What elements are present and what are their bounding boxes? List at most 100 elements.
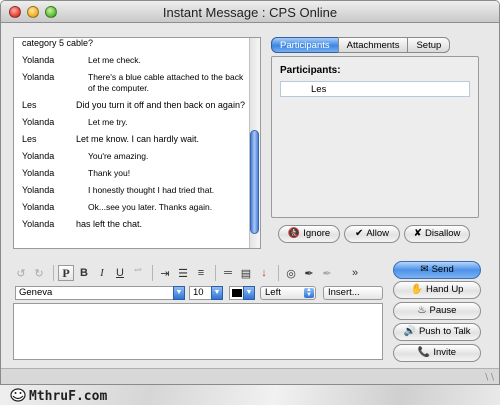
chat-message: Yolanda Ok...see you later. Thanks again… (14, 199, 260, 216)
title-bar[interactable]: Instant Message : CPS Online (1, 1, 499, 23)
italic-icon[interactable]: I (94, 265, 110, 281)
chat-message: Yolanda There's a blue cable attached to… (14, 69, 260, 97)
quote-icon[interactable]: “” (130, 265, 146, 281)
indent-icon[interactable]: ⇥ (157, 265, 173, 281)
font-size-value: 10 (193, 287, 204, 298)
highlight-icon[interactable]: ✒ (301, 265, 317, 281)
table-icon[interactable]: ▤ (238, 265, 254, 281)
allow-label: Allow (366, 228, 390, 239)
tab-attachments[interactable]: Attachments (337, 37, 409, 53)
scrollbar-thumb[interactable] (250, 130, 259, 234)
chat-message: Yolanda Let me try. (14, 114, 260, 131)
chat-message: category 5 cable? (14, 38, 260, 52)
redo-icon[interactable]: ↻ (31, 265, 47, 281)
chat-message: Les Did you turn it off and then back on… (14, 97, 260, 114)
push-to-talk-label: Push to Talk (418, 326, 471, 337)
insert-marker-icon[interactable]: ↓ (256, 265, 272, 281)
allow-button[interactable]: ✔ Allow (344, 225, 400, 243)
horizontal-rule-icon[interactable]: ═ (220, 265, 236, 281)
undo-icon[interactable]: ↺ (13, 265, 29, 281)
window-title: Instant Message : CPS Online (162, 5, 338, 20)
message-sender: Yolanda (22, 219, 55, 229)
font-size-select[interactable]: 10 ▼ (189, 286, 223, 300)
invite-button[interactable]: 📞 Invite (393, 344, 481, 362)
color-swatch (232, 289, 242, 297)
message-text: You're amazing. (88, 151, 149, 161)
bulleted-list-icon[interactable]: ☰ (175, 265, 191, 281)
message-sender: Yolanda (22, 72, 55, 82)
allow-icon: ✔ (354, 228, 364, 239)
disallow-icon: ✘ (413, 228, 422, 239)
pause-icon: ♨ (417, 305, 427, 316)
message-text: I honestly thought I had tried that. (88, 185, 215, 195)
transcript-scrollbar[interactable] (249, 38, 260, 248)
toolbar-overflow-icon[interactable]: » (347, 265, 363, 281)
clear-format-icon[interactable]: ✒ (319, 265, 335, 281)
send-label: Send (431, 264, 454, 275)
spell-check-icon[interactable]: ◎ (283, 265, 299, 281)
message-sender: Yolanda (22, 117, 55, 127)
invite-icon: 📞 (417, 347, 431, 358)
participants-heading: Participants: (280, 65, 341, 76)
send-button[interactable]: ✉ Send (393, 261, 481, 279)
toolbar-divider (215, 265, 216, 281)
chat-message: Yolanda I honestly thought I had tried t… (14, 182, 260, 199)
message-sender: Yolanda (22, 151, 55, 161)
chat-message: Yolanda Thank you! (14, 165, 260, 182)
alignment-value: Left (265, 287, 281, 298)
message-sender: Les (22, 100, 37, 110)
bold-icon[interactable]: B (76, 265, 92, 281)
chat-message: Les Let me know. I can hardly wait. (14, 131, 260, 148)
insert-menu[interactable]: Insert... (323, 286, 383, 300)
chat-transcript[interactable]: category 5 cable? Yolanda Let me check. … (13, 37, 261, 249)
toolbar-divider (152, 265, 153, 281)
underline-icon[interactable]: U (112, 265, 128, 281)
insert-label: Insert... (328, 287, 360, 298)
message-text: Thank you! (88, 168, 131, 178)
send-icon: ✉ (420, 264, 429, 275)
paragraph-style-icon[interactable]: P (58, 265, 74, 281)
font-value: Geneva (19, 287, 53, 298)
watermark: MthruF.com (10, 388, 107, 404)
watermark-text: MthruF.com (29, 389, 108, 404)
message-text: There's a blue cable attached to the bac… (88, 72, 244, 93)
ignore-label: Ignore (303, 228, 331, 239)
numbered-list-icon[interactable]: ≡ (193, 265, 209, 281)
tab-participants[interactable]: Participants (271, 37, 339, 53)
chevron-down-icon: ▼ (173, 286, 185, 300)
resize-grip-icon[interactable]: ∖∖ (484, 372, 495, 383)
status-bar: ∖∖ (1, 368, 499, 384)
message-text: Let me check. (88, 55, 141, 65)
ignore-icon: 🚷 (287, 228, 301, 239)
ignore-button[interactable]: 🚷 Ignore (278, 225, 340, 243)
message-sender: Yolanda (22, 202, 55, 212)
format-toolbar: ↺ ↻ P B I U “” ⇥ ☰ ≡ ═ ▤ ↓ ◎ ✒ ✒ » (13, 263, 383, 283)
message-sender: Yolanda (22, 185, 55, 195)
message-text: Let me know. I can hardly wait. (76, 134, 200, 144)
pause-label: Pause (429, 305, 457, 316)
message-text: Let me try. (88, 117, 128, 127)
toolbar-divider (53, 265, 54, 281)
chevron-down-icon: ▼ (243, 286, 255, 300)
speaker-icon: 🔊 (403, 326, 416, 337)
participant-item[interactable]: Les (311, 84, 326, 95)
trollface-icon (10, 388, 26, 402)
message-sender: Les (22, 134, 37, 144)
disallow-button[interactable]: ✘ Disallow (404, 225, 470, 243)
tab-setup[interactable]: Setup (407, 37, 451, 53)
chat-message: Yolanda has left the chat. (14, 216, 260, 233)
alignment-select[interactable]: Left ▲ ▼ (260, 286, 316, 300)
participants-list[interactable]: Les (280, 81, 470, 97)
message-text: has left the chat. (76, 219, 143, 229)
hand-up-label: Hand Up (425, 284, 464, 295)
hand-up-button[interactable]: ✋ Hand Up (393, 281, 481, 299)
pause-button[interactable]: ♨ Pause (393, 302, 481, 320)
font-select[interactable]: Geneva ▼ (15, 286, 185, 300)
disallow-label: Disallow (425, 228, 461, 239)
message-compose-area[interactable] (13, 303, 383, 360)
push-to-talk-button[interactable]: 🔊 Push to Talk (393, 323, 481, 341)
updown-arrows-icon: ▲ ▼ (304, 287, 314, 298)
message-text: Did you turn it off and then back on aga… (76, 100, 245, 110)
text-color-select[interactable]: ▼ (229, 286, 255, 300)
message-text: Ok...see you later. Thanks again. (88, 202, 213, 212)
